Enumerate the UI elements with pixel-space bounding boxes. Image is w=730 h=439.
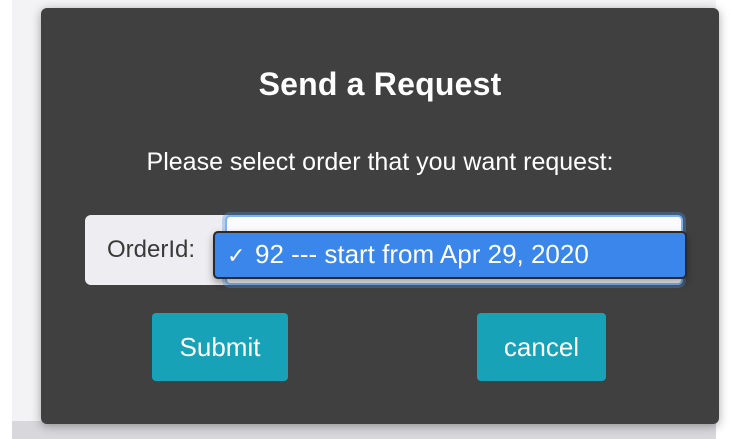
dialog-message: Please select order that you want reques… bbox=[146, 148, 614, 176]
backdrop-left-edge bbox=[0, 0, 12, 439]
dialog-title: Send a Request bbox=[258, 66, 502, 102]
send-request-dialog: Send a Request Please select order that … bbox=[41, 8, 719, 424]
check-icon: ✓ bbox=[227, 243, 246, 268]
cancel-button[interactable]: cancel bbox=[477, 313, 606, 381]
order-select-row: OrderId: ✓ 92 --- start from Apr 29, 2020 bbox=[85, 215, 687, 285]
order-option-selected[interactable]: ✓ 92 --- start from Apr 29, 2020 bbox=[213, 231, 687, 279]
submit-button[interactable]: Submit bbox=[152, 313, 288, 381]
order-option-label: 92 --- start from Apr 29, 2020 bbox=[255, 239, 589, 269]
